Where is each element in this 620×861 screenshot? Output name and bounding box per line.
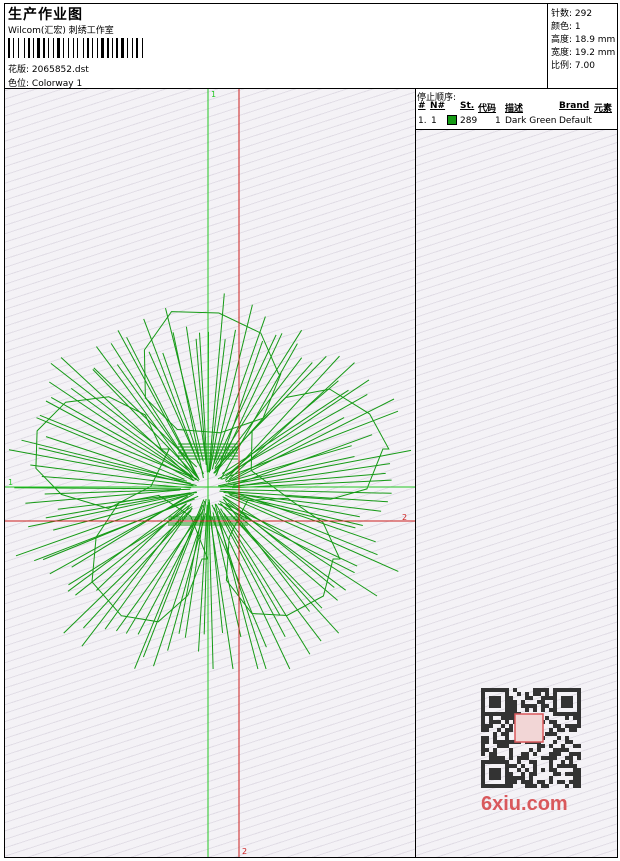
- header-panel: 生产作业图 Wilcom(汇宏) 刺绣工作室 花版: 2065852.dst 色…: [5, 4, 617, 89]
- row-brand: Default: [559, 116, 592, 126]
- embroidery-drawing: [5, 89, 415, 857]
- stitch-line: [223, 512, 322, 642]
- stitch-line: [49, 493, 195, 575]
- stitch-line: [235, 492, 376, 543]
- file-label: 花版:: [8, 65, 30, 75]
- stitch-line: [14, 487, 182, 490]
- barcode-icon: [8, 38, 143, 58]
- stitch-line: [221, 410, 399, 480]
- axis-label-green-top: 1: [211, 90, 217, 99]
- stitch-line: [231, 445, 352, 482]
- colorway-name: Colorway 1: [31, 79, 83, 89]
- stitch-line: [224, 494, 399, 572]
- row-stitches: 289: [460, 116, 478, 126]
- col-description: 描述: [505, 104, 524, 114]
- stitch-line: [44, 488, 191, 495]
- col-brand: Brand: [559, 101, 590, 111]
- row-code: 1: [495, 116, 501, 126]
- stitch-line: [211, 504, 291, 670]
- col-needle: N#: [430, 101, 446, 111]
- page-title: 生产作业图: [8, 7, 83, 23]
- axis-label-red-bottom: 2: [242, 847, 248, 856]
- axis-label-green-left: 1: [8, 478, 14, 487]
- col-index: #: [418, 101, 426, 111]
- axis-label-red-right: 2: [402, 513, 408, 522]
- stitch-line: [223, 496, 378, 597]
- stop-sequence-table: 停止顺序: # N# St. 代码 描述 Brand 元素 1. 1 289 1…: [416, 89, 617, 130]
- stitch-line: [50, 363, 190, 472]
- design-scale: 比例: 7.00: [551, 61, 595, 71]
- stitch-line: [208, 501, 214, 670]
- stamp-seal-icon: [514, 713, 544, 743]
- file-name: 2065852.dst: [31, 65, 89, 75]
- stats-panel: 针数: 292 颜色: 1 高度: 18.9 mm 宽度: 19.2 mm 比例…: [548, 4, 617, 88]
- stitch-line: [229, 494, 378, 556]
- col-code: 代码: [478, 104, 497, 114]
- design-preview[interactable]: 1 1 2 2: [5, 89, 416, 857]
- stitch-line: [60, 357, 195, 482]
- design-file: 花版: 2065852.dst: [8, 62, 89, 75]
- design-width: 宽度: 19.2 mm: [551, 48, 616, 58]
- stitch-line: [49, 381, 192, 478]
- stitch-count: 针数: 292: [551, 9, 593, 19]
- stitch-line: [208, 293, 225, 473]
- watermark-text: 6xiu.com: [481, 793, 568, 815]
- design-height: 高度: 18.9 mm: [551, 35, 616, 45]
- stitch-line: [38, 447, 197, 486]
- company-name: Wilcom(汇宏) 刺绣工作室: [8, 26, 114, 36]
- stitch-line: [50, 396, 198, 481]
- col-element: 元素: [594, 104, 613, 114]
- row-needle: 1: [431, 116, 437, 126]
- color-count: 颜色: 1: [551, 22, 581, 32]
- col-stitches: St.: [460, 101, 475, 111]
- stitch-line: [214, 503, 259, 670]
- row-index: 1.: [418, 116, 427, 126]
- colorway-label: 色位:: [8, 79, 30, 89]
- color-swatch: [447, 115, 457, 125]
- row-description: Dark Green: [505, 116, 557, 126]
- colorway-info: 色位: Colorway 1: [8, 76, 82, 89]
- header-info: 生产作业图 Wilcom(汇宏) 刺绣工作室 花版: 2065852.dst 色…: [5, 4, 548, 89]
- production-worksheet: 生产作业图 Wilcom(汇宏) 刺绣工作室 花版: 2065852.dst 色…: [4, 3, 618, 858]
